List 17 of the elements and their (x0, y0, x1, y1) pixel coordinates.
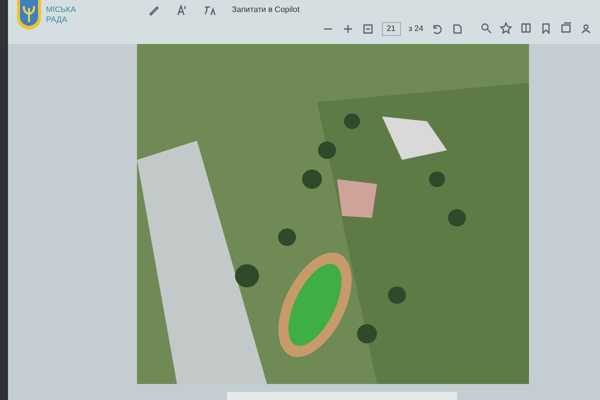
copilot-button[interactable]: Запитати в Copilot (232, 4, 300, 16)
star-icon[interactable] (500, 22, 512, 34)
page-view-icon[interactable] (451, 23, 464, 35)
split-icon[interactable] (520, 22, 532, 34)
fit-page-icon[interactable] (362, 23, 374, 35)
profile-icon[interactable] (580, 22, 592, 34)
rotate-icon[interactable] (431, 23, 444, 35)
logo-text: МІСЬКА (46, 5, 76, 15)
search-icon[interactable] (480, 22, 492, 34)
page-number-field[interactable]: 21 (382, 22, 400, 36)
plus-icon[interactable] (342, 23, 354, 35)
text-size-icon[interactable] (176, 4, 188, 16)
draw-icon[interactable] (148, 4, 160, 16)
page-total: з 24 (408, 23, 424, 35)
translate-icon[interactable] (204, 4, 216, 16)
shield-logo-icon (16, 0, 42, 30)
logo-text: РАДА (46, 15, 68, 25)
